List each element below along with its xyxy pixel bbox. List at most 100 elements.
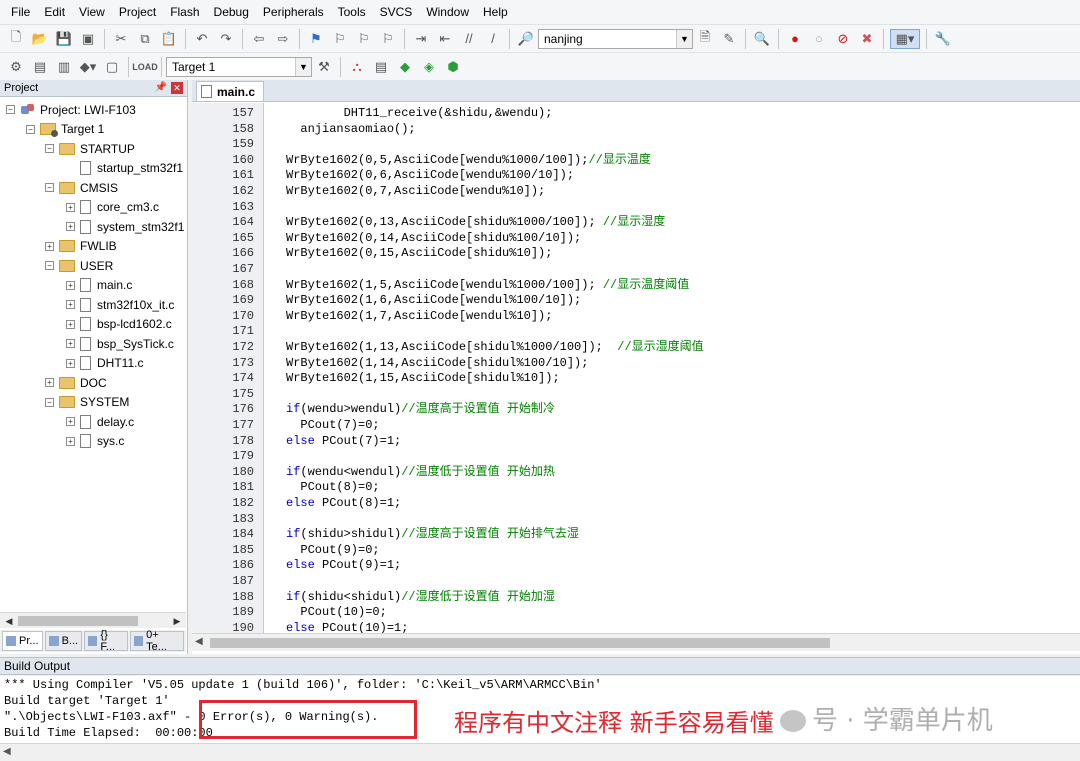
tree-item[interactable]: + delay.c: [66, 412, 134, 431]
expand-icon[interactable]: +: [66, 436, 75, 446]
scroll-left-icon[interactable]: ◀: [195, 636, 203, 647]
incremental-find-icon[interactable]: ✎: [719, 29, 739, 49]
menu-edit[interactable]: Edit: [37, 0, 72, 24]
code-editor[interactable]: DHT11_receive(&shidu,&wendu); anjiansaom…: [265, 103, 1080, 633]
tree-item[interactable]: + bsp_SysTick.c: [66, 334, 174, 353]
manage-components-icon[interactable]: ▤: [371, 57, 391, 77]
build-icon[interactable]: ▤: [30, 57, 50, 77]
tree-item[interactable]: − STARTUP: [45, 139, 135, 158]
expand-icon[interactable]: +: [66, 339, 75, 348]
chevron-down-icon[interactable]: ▼: [295, 57, 311, 76]
tree-item[interactable]: − SYSTEM: [45, 393, 129, 412]
window-layout-icon[interactable]: ▦▾: [890, 28, 920, 49]
debug-session-icon[interactable]: 🔍: [752, 29, 772, 49]
pack-installer-icon[interactable]: ◈: [419, 57, 439, 77]
menu-window[interactable]: Window: [419, 0, 476, 24]
tree-item[interactable]: + stm32f10x_it.c: [66, 295, 174, 314]
translate-icon[interactable]: ⚙: [6, 57, 26, 77]
tree-item[interactable]: + sys.c: [66, 432, 124, 451]
expand-icon[interactable]: +: [66, 319, 75, 329]
batch-build-icon[interactable]: ◆▾: [78, 57, 98, 77]
project-tab[interactable]: B...: [44, 631, 83, 651]
tree-item[interactable]: + system_stm32f1: [66, 217, 184, 236]
find-in-files-icon[interactable]: 🔎: [516, 29, 536, 49]
bookmark-icon[interactable]: ⚑: [306, 29, 326, 49]
rebuild-icon[interactable]: ▥: [54, 57, 74, 77]
menu-project[interactable]: Project: [112, 0, 163, 24]
expand-icon[interactable]: +: [66, 280, 75, 290]
tree-item[interactable]: startup_stm32f1: [66, 159, 183, 178]
project-horizontal-scrollbar[interactable]: ◀ ▶: [0, 612, 186, 628]
scroll-left-icon[interactable]: ◀: [2, 614, 16, 628]
expand-icon[interactable]: +: [66, 417, 75, 426]
disable-breakpoints-icon[interactable]: ⊘: [833, 29, 853, 49]
project-tab[interactable]: Pr...: [2, 631, 43, 651]
open-folder-icon[interactable]: 📂: [30, 29, 50, 49]
expand-icon[interactable]: +: [66, 222, 75, 231]
tab-main-c[interactable]: main.c: [196, 81, 265, 101]
paste-icon[interactable]: 📋: [159, 29, 179, 49]
run-time-env-icon[interactable]: ⬢: [443, 57, 463, 77]
find-combo[interactable]: nanjing ▼: [538, 28, 693, 49]
menu-help[interactable]: Help: [476, 0, 515, 24]
copy-icon[interactable]: ⧉: [135, 29, 155, 49]
expand-icon[interactable]: +: [66, 300, 75, 309]
configure-icon[interactable]: 🔧: [933, 29, 953, 49]
kill-breakpoints-icon[interactable]: ✖: [857, 29, 877, 49]
next-bookmark-icon[interactable]: ⚐: [354, 29, 374, 49]
tree-item[interactable]: + DHT11.c: [66, 354, 143, 373]
cut-icon[interactable]: ✂: [111, 29, 131, 49]
expand-icon[interactable]: +: [45, 378, 54, 387]
tree-item[interactable]: − USER: [45, 256, 113, 275]
comment-icon[interactable]: //: [459, 29, 479, 49]
collapse-icon[interactable]: −: [45, 261, 54, 270]
redo-icon[interactable]: ↷: [216, 29, 236, 49]
unindent-icon[interactable]: ⇤: [435, 29, 455, 49]
nav-back-icon[interactable]: ⇦: [249, 29, 269, 49]
tree-item[interactable]: − Target 1: [26, 120, 104, 139]
tree-item[interactable]: − CMSIS: [45, 178, 118, 197]
file-extensions-icon[interactable]: ⛬: [347, 57, 367, 77]
collapse-icon[interactable]: −: [45, 397, 54, 407]
scroll-left-icon[interactable]: ◀: [3, 746, 11, 757]
undo-icon[interactable]: ↶: [192, 29, 212, 49]
collapse-icon[interactable]: −: [45, 183, 54, 192]
tree-item[interactable]: + core_cm3.c: [66, 198, 159, 217]
expand-icon[interactable]: +: [66, 358, 75, 368]
scrollbar-thumb[interactable]: [18, 616, 138, 626]
scrollbar-thumb[interactable]: [210, 638, 830, 648]
chevron-down-icon[interactable]: ▼: [676, 29, 692, 48]
target-combo[interactable]: Target 1 ▼: [166, 56, 312, 77]
menu-debug[interactable]: Debug: [207, 0, 256, 24]
editor-horizontal-scrollbar[interactable]: ◀: [192, 633, 1080, 651]
close-icon[interactable]: ✕: [171, 82, 183, 94]
pin-icon[interactable]: 📌: [155, 82, 167, 94]
collapse-icon[interactable]: −: [6, 105, 15, 114]
nav-forward-icon[interactable]: ⇨: [273, 29, 293, 49]
target-options-icon[interactable]: ⚒: [314, 57, 334, 77]
menu-peripherals[interactable]: Peripherals: [256, 0, 331, 24]
tree-item[interactable]: + DOC: [45, 373, 107, 392]
menu-tools[interactable]: Tools: [331, 0, 373, 24]
indent-icon[interactable]: ⇥: [411, 29, 431, 49]
expand-icon[interactable]: +: [66, 202, 75, 212]
project-tab[interactable]: {} F...: [84, 629, 128, 653]
tree-item[interactable]: + bsp-lcd1602.c: [66, 315, 172, 334]
uncomment-icon[interactable]: /: [483, 29, 503, 49]
save-all-icon[interactable]: ▣: [78, 29, 98, 49]
menu-file[interactable]: File: [4, 0, 37, 24]
menu-flash[interactable]: Flash: [163, 0, 206, 24]
new-file-icon[interactable]: 🗋: [6, 29, 26, 49]
collapse-icon[interactable]: −: [26, 124, 35, 134]
project-tab[interactable]: 0+ Te...: [129, 629, 184, 653]
insert-breakpoint-icon[interactable]: ●: [785, 29, 805, 49]
expand-icon[interactable]: +: [45, 241, 54, 251]
tree-item[interactable]: − Project: LWI-F103: [6, 100, 136, 119]
enable-breakpoint-icon[interactable]: ○: [809, 29, 829, 49]
menu-view[interactable]: View: [72, 0, 112, 24]
download-icon[interactable]: LOAD: [132, 57, 158, 77]
find-icon[interactable]: 🗎: [695, 29, 715, 49]
tree-item[interactable]: + main.c: [66, 276, 132, 295]
save-icon[interactable]: 💾: [54, 29, 74, 49]
clear-bookmarks-icon[interactable]: ⚐: [378, 29, 398, 49]
